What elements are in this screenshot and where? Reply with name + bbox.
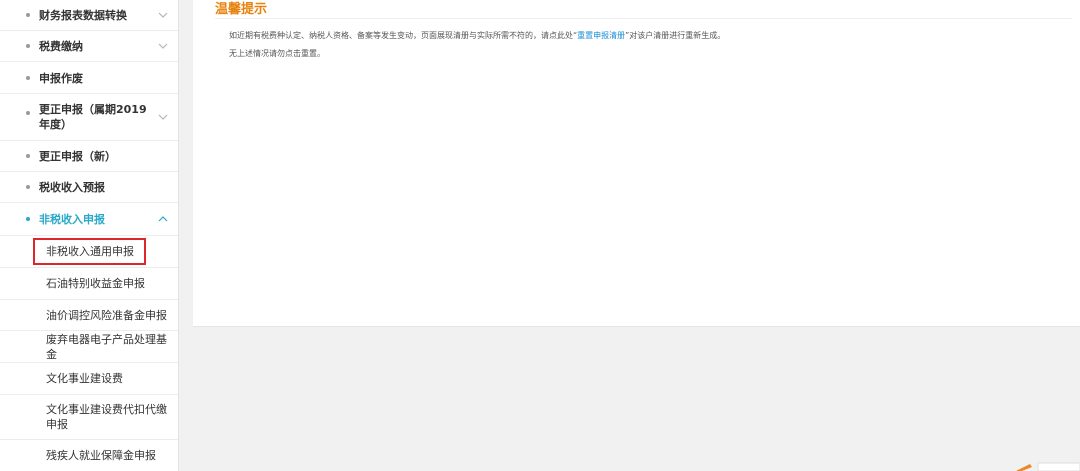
submenu-item-label: 文化事业建设费代扣代缴申报	[46, 403, 167, 431]
bullet-dot-icon	[26, 217, 30, 221]
highlight-box	[33, 238, 146, 265]
submenu-item-label: 文化事业建设费	[46, 372, 123, 385]
sidebar-item-correction-new[interactable]: 更正申报（新）	[0, 141, 178, 172]
bullet-dot-icon	[26, 185, 30, 189]
chevron-up-icon[interactable]	[156, 212, 170, 226]
submenu-item-culture-fee-withholding[interactable]: 文化事业建设费代扣代缴申报	[0, 395, 178, 440]
submenu-item-non-tax-general[interactable]: 非税收入通用申报	[0, 236, 178, 268]
bullet-dot-icon	[26, 13, 30, 17]
sidebar-item-declaration-void[interactable]: 申报作废	[0, 62, 178, 94]
sidebar-item-financial-statement-conversion[interactable]: 财务报表数据转换	[0, 0, 178, 31]
bullet-dot-icon	[26, 111, 30, 115]
notice-line-1-suffix: ”对该户清册进行重新生成。	[625, 31, 726, 40]
sidebar-item-label: 申报作废	[39, 71, 83, 85]
submenu-item-label: 石油特别收益金申报	[46, 277, 145, 290]
notice-line-1-prefix: 如近期有税费种认定、纳税人资格、备案等发生变动，页面展现清册与实际所需不符的，请…	[229, 31, 578, 40]
sidebar: 财务报表数据转换 税费缴纳 申报作废 更正申报（属期2019年度） 更正申报（新…	[0, 0, 179, 471]
floating-widget-edge[interactable]	[1016, 461, 1080, 471]
sidebar-item-label: 非税收入申报	[39, 213, 105, 226]
notice-line-2: 无上述情况请勿点击重置。	[229, 49, 325, 58]
submenu-item-petroleum-special-gain[interactable]: 石油特别收益金申报	[0, 268, 178, 300]
submenu-item-oil-price-risk-reserve[interactable]: 油价调控风险准备金申报	[0, 300, 178, 331]
notice-line-1: 如近期有税费种认定、纳税人资格、备案等发生变动，页面展现清册与实际所需不符的，请…	[229, 30, 725, 41]
submenu-item-label: 废弃电器电子产品处理基金	[46, 332, 167, 361]
sidebar-item-label: 税收收入预报	[39, 181, 105, 194]
chevron-down-icon[interactable]	[156, 110, 170, 124]
submenu-item-label: 残疾人就业保障金申报	[46, 449, 156, 462]
submenu-item-label: 油价调控风险准备金申报	[46, 308, 167, 322]
submenu-item-culture-construction-fee[interactable]: 文化事业建设费	[0, 363, 178, 395]
chevron-down-icon[interactable]	[156, 8, 170, 22]
notice-title: 温馨提示	[215, 2, 268, 17]
chevron-down-icon[interactable]	[156, 39, 170, 53]
sidebar-item-non-tax-revenue[interactable]: 非税收入申报	[0, 203, 178, 236]
bullet-dot-icon	[26, 75, 30, 80]
sidebar-item-label: 更正申报（属期2019年度）	[39, 103, 147, 131]
divider	[215, 18, 1072, 19]
sidebar-item-label: 更正申报（新）	[39, 150, 116, 163]
sidebar-item-tax-payment[interactable]: 税费缴纳	[0, 31, 178, 62]
sidebar-item-correction-2019[interactable]: 更正申报（属期2019年度）	[0, 94, 178, 141]
bullet-dot-icon	[26, 154, 30, 158]
reset-declaration-list-link[interactable]: 重置申报清册	[577, 31, 625, 40]
sidebar-item-label: 财务报表数据转换	[39, 9, 127, 22]
sidebar-item-tax-revenue-forecast[interactable]: 税收收入预报	[0, 172, 178, 203]
sidebar-item-label: 税费缴纳	[39, 40, 83, 53]
notice-panel: 温馨提示 如近期有税费种认定、纳税人资格、备案等发生变动，页面展现清册与实际所需…	[193, 0, 1080, 327]
submenu-item-disabled-employment-fund[interactable]: 残疾人就业保障金申报	[0, 440, 178, 471]
bullet-dot-icon	[26, 44, 30, 48]
submenu-item-waste-electronics-fund[interactable]: 废弃电器电子产品处理基金	[0, 331, 178, 363]
